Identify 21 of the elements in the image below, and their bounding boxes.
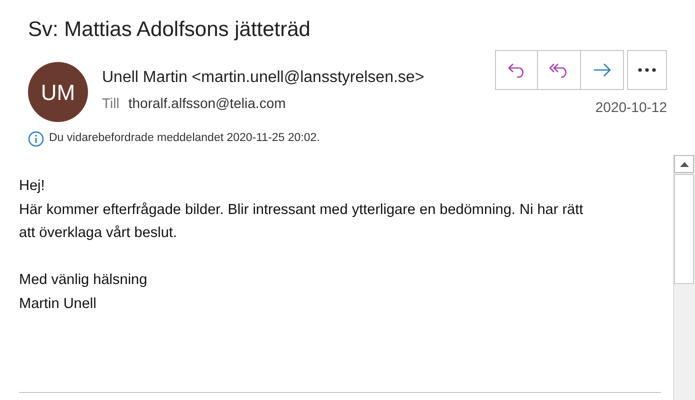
reply-button[interactable] bbox=[495, 50, 538, 90]
reply-icon bbox=[506, 62, 526, 78]
scrollbar-thumb[interactable] bbox=[674, 174, 694, 284]
sender-name: Unell Martin <martin.unell@lansstyrelsen.se> bbox=[102, 68, 424, 88]
sender-avatar: UM bbox=[28, 62, 88, 122]
body-text: Här kommer efterfrågade bilder. Blir intressant med ytterligare en bedömning. Ni har rätt att överklaga vårt beslut. bbox=[19, 200, 584, 243]
info-icon bbox=[28, 130, 44, 147]
forward-notice: Du vidarebefordrade meddelandet 2020-11-25 20:02. bbox=[49, 131, 320, 146]
more-icon bbox=[638, 68, 656, 72]
email-subject: Sv: Mattias Adolfsons jätteträd bbox=[28, 17, 310, 43]
scrollbar[interactable] bbox=[673, 155, 695, 400]
recipient: thoralf.alfsson@telia.com bbox=[128, 94, 286, 113]
forward-icon bbox=[592, 63, 612, 77]
body-text: Med vänlig hälsning bbox=[19, 271, 148, 290]
more-button[interactable] bbox=[627, 50, 667, 90]
body-text: Hej! bbox=[19, 177, 46, 196]
reply-all-button[interactable] bbox=[538, 50, 581, 90]
body-text: Martin Unell bbox=[19, 294, 98, 314]
to-label: Till bbox=[102, 94, 120, 113]
scroll-up-icon[interactable] bbox=[680, 162, 688, 166]
email-date: 2020-10-12 bbox=[595, 98, 667, 117]
